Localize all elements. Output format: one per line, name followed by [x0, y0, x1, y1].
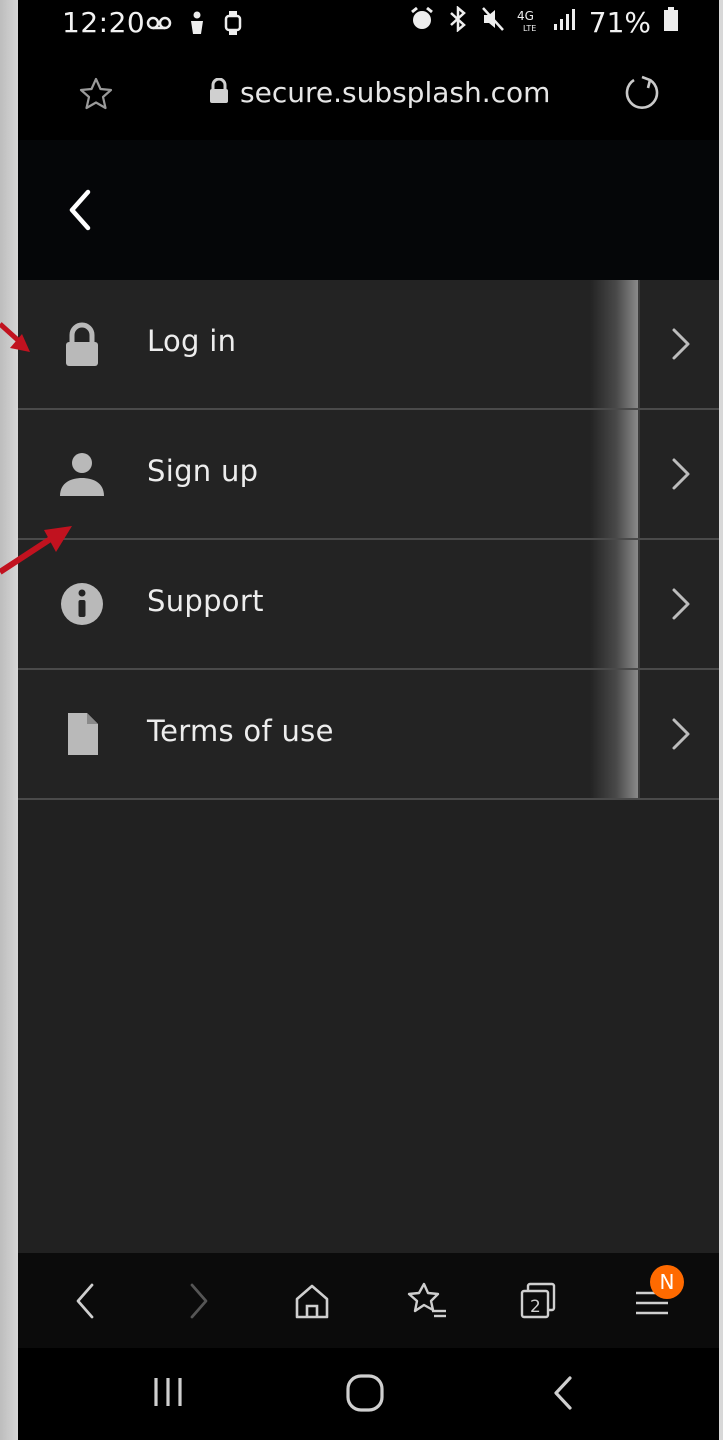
menu-list: Log in Sign up Support Terms of use: [18, 280, 719, 800]
system-nav-bar: [18, 1348, 719, 1440]
forward-icon[interactable]: [184, 1281, 214, 1325]
recents-icon[interactable]: [150, 1372, 190, 1416]
left-gutter: [0, 0, 18, 1440]
url-text: secure.subsplash.com: [240, 76, 551, 109]
alarm-icon: [409, 6, 435, 39]
signal-icon: [553, 6, 577, 39]
item-shade: [590, 670, 638, 798]
status-right: 4G LTE 71%: [409, 5, 679, 39]
item-divider: [638, 280, 640, 408]
page-header: [18, 140, 719, 280]
home-icon[interactable]: [344, 1372, 386, 1418]
battery-icon: [663, 6, 679, 39]
menu-item-label: Terms of use: [147, 714, 334, 748]
item-shade: [590, 540, 638, 668]
content-area: Log in Sign up Support Terms of use: [18, 280, 719, 1253]
status-bar: 12:20 4G LTE 71%: [18, 0, 719, 48]
svg-text:LTE: LTE: [523, 24, 536, 32]
menu-item-label: Sign up: [147, 454, 259, 488]
tab-count: 2: [530, 1297, 541, 1317]
status-left-icons: [146, 10, 244, 40]
accessibility-icon: [186, 10, 208, 40]
chevron-right-icon: [670, 326, 692, 366]
address-field[interactable]: secure.subsplash.com: [208, 76, 550, 109]
phone-screen: 12:20 4G LTE 71% secure.subsplash.com Lo…: [18, 0, 719, 1440]
menu-item-support[interactable]: Support: [18, 540, 719, 670]
item-divider: [638, 540, 640, 668]
reload-icon[interactable]: [622, 74, 662, 118]
menu-item-sign-up[interactable]: Sign up: [18, 410, 719, 540]
menu-item-log-in[interactable]: Log in: [18, 280, 719, 410]
lock-icon: [58, 320, 106, 368]
4g-lte-icon: 4G LTE: [517, 6, 541, 39]
annotation-arrow-icon: [0, 322, 30, 352]
watch-icon: [222, 10, 244, 40]
bookmark-star-icon[interactable]: [78, 76, 114, 116]
item-divider: [638, 410, 640, 538]
status-time: 12:20: [62, 6, 146, 39]
voicemail-icon: [146, 10, 172, 40]
document-icon: [58, 710, 106, 758]
chevron-left-icon[interactable]: [64, 188, 94, 236]
menu-item-label: Support: [147, 584, 264, 618]
bookmarks-icon[interactable]: [406, 1281, 448, 1325]
notification-badge: N: [650, 1265, 684, 1299]
lock-icon: [208, 77, 230, 108]
person-icon: [58, 450, 106, 498]
svg-text:4G: 4G: [517, 9, 534, 23]
back-icon[interactable]: [70, 1281, 100, 1325]
annotation-arrow-icon: [0, 526, 72, 575]
right-gutter: [719, 0, 723, 1440]
browser-toolbar: 2: [18, 1253, 719, 1348]
item-shade: [590, 280, 638, 408]
menu-item-terms-of-use[interactable]: Terms of use: [18, 670, 719, 800]
url-bar: secure.subsplash.com: [18, 48, 719, 141]
tabs-icon[interactable]: 2: [518, 1281, 558, 1325]
home-icon[interactable]: [292, 1281, 332, 1325]
chevron-right-icon: [670, 716, 692, 756]
chevron-right-icon: [670, 456, 692, 496]
menu-item-label: Log in: [147, 324, 237, 358]
item-divider: [638, 670, 640, 798]
back-icon[interactable]: [548, 1372, 578, 1418]
item-shade: [590, 410, 638, 538]
mute-icon: [481, 6, 505, 39]
bluetooth-icon: [447, 5, 469, 39]
chevron-right-icon: [670, 586, 692, 626]
battery-percent: 71%: [588, 6, 651, 39]
